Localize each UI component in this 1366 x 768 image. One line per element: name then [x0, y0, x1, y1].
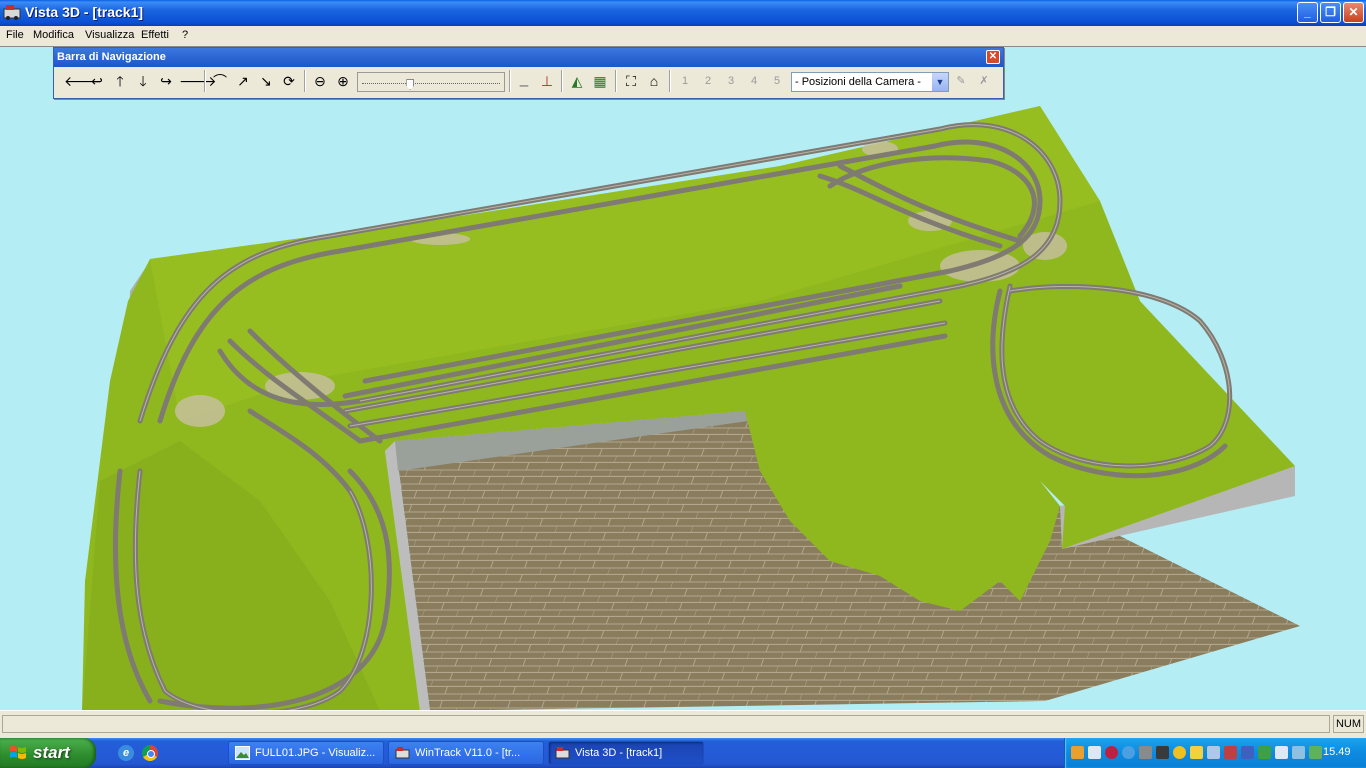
taskbar-item-label: WinTrack V11.0 - [tr...: [415, 747, 521, 759]
taskbar: start e FULL01.JPG - Visualiz... WinTrac…: [0, 738, 1366, 768]
image-viewer-icon: [235, 746, 250, 760]
system-tray: [1064, 738, 1366, 768]
turn-left-icon[interactable]: ↩: [87, 71, 107, 91]
view-tilt-up-icon[interactable]: ↗: [233, 71, 253, 91]
menu-effetti[interactable]: Effetti: [141, 28, 169, 42]
menu-file[interactable]: File: [6, 28, 24, 42]
grid-icon[interactable]: ▦: [590, 71, 610, 91]
navigation-toolbar[interactable]: Barra di Navigazione ✕ 🡐 ↩ 🡑 🡓 ↪ 🡒 ⌒ ↗ ↘…: [53, 47, 1004, 99]
track-edit-icon[interactable]: ⊥: [537, 71, 557, 91]
zoom-in-icon[interactable]: ⊕: [333, 71, 353, 91]
chrome-icon[interactable]: [142, 745, 158, 761]
camera-slot-4-icon[interactable]: 4: [744, 71, 764, 91]
toolbar-separator: [561, 70, 563, 92]
clock: 15.49: [1323, 746, 1351, 758]
zoom-slider-track: [362, 83, 500, 85]
navigation-toolbar-close-button[interactable]: ✕: [986, 50, 1000, 64]
tray-usb-icon[interactable]: [1309, 746, 1322, 759]
tray-search-icon[interactable]: [1122, 746, 1135, 759]
camera-slot-1-icon[interactable]: 1: [675, 71, 695, 91]
toolbar-separator: [509, 70, 511, 92]
toolbar-separator: [304, 70, 306, 92]
title-bar[interactable]: Vista 3D - [track1] _ ❐ ✕: [0, 0, 1366, 26]
tray-monitor-icon[interactable]: [1156, 746, 1169, 759]
close-button[interactable]: ✕: [1343, 2, 1364, 23]
tray-media-icon[interactable]: [1173, 746, 1186, 759]
camera-delete-icon[interactable]: ✗: [974, 71, 994, 91]
taskbar-item-wintrack[interactable]: WinTrack V11.0 - [tr...: [388, 741, 544, 765]
3d-viewport[interactable]: [0, 46, 1366, 710]
toolbar-separator: [204, 70, 206, 92]
taskbar-item-label: Vista 3D - [track1]: [575, 747, 663, 759]
track-layout-scene: [82, 106, 1300, 710]
arrow-left-icon[interactable]: 🡐: [64, 71, 102, 91]
camera-positions-select[interactable]: - Posizioni della Camera - ▼: [791, 72, 949, 92]
tray-phone-icon[interactable]: [1275, 746, 1288, 759]
internet-explorer-icon[interactable]: e: [118, 745, 134, 761]
num-lock-indicator: NUM: [1333, 715, 1364, 733]
tray-display-icon[interactable]: [1139, 746, 1152, 759]
toolbar-separator: [615, 70, 617, 92]
window-title: Vista 3D - [track1]: [25, 4, 144, 20]
camera-slot-3-icon[interactable]: 3: [721, 71, 741, 91]
menu-help[interactable]: ?: [182, 28, 188, 42]
taskbar-item-image-viewer[interactable]: FULL01.JPG - Visualiz...: [228, 741, 384, 765]
track-ground-icon[interactable]: ▁: [514, 71, 534, 91]
menu-visualizza[interactable]: Visualizza: [85, 28, 134, 42]
start-label: start: [33, 743, 70, 762]
status-bar: NUM: [0, 710, 1366, 736]
arrow-up-icon[interactable]: 🡑: [110, 71, 130, 91]
windows-logo-icon: [10, 746, 26, 759]
tray-connection-icon[interactable]: [1207, 746, 1220, 759]
terrain-icon[interactable]: ◭: [567, 71, 587, 91]
menu-modifica[interactable]: Modifica: [33, 28, 74, 42]
tray-shield-icon[interactable]: [1190, 746, 1203, 759]
zoom-slider[interactable]: [357, 72, 505, 92]
camera-slot-2-icon[interactable]: 2: [698, 71, 718, 91]
status-message-pane: [2, 715, 1330, 733]
camera-icon[interactable]: ⌂: [644, 71, 664, 91]
view-up-icon[interactable]: ⌒: [210, 71, 230, 91]
tray-bluetooth-icon[interactable]: [1241, 746, 1254, 759]
view-rotate-icon[interactable]: ⟳: [279, 71, 299, 91]
tray-network-icon[interactable]: [1088, 746, 1101, 759]
start-button[interactable]: start: [0, 738, 96, 768]
view-tilt-down-icon[interactable]: ↘: [256, 71, 276, 91]
navigation-toolbar-title: Barra di Navigazione: [57, 51, 166, 63]
wintrack-icon: [395, 747, 410, 759]
turn-right-icon[interactable]: ↪: [156, 71, 176, 91]
vista-3d-icon: [555, 747, 570, 759]
zoom-slider-thumb[interactable]: [406, 79, 415, 90]
tray-volume-icon[interactable]: [1292, 746, 1305, 759]
menu-bar: File Modifica Visualizza Effetti ?: [0, 26, 1366, 46]
toolbar-separator: [669, 70, 671, 92]
minimize-button[interactable]: _: [1297, 2, 1318, 23]
maximize-button[interactable]: ❐: [1320, 2, 1341, 23]
chevron-down-icon[interactable]: ▼: [931, 73, 948, 91]
tray-antivirus-icon[interactable]: [1105, 746, 1118, 759]
taskbar-item-vista-3d[interactable]: Vista 3D - [track1]: [548, 741, 704, 765]
camera-edit-icon[interactable]: ✎: [951, 71, 971, 91]
zoom-out-icon[interactable]: ⊖: [310, 71, 330, 91]
camera-slot-5-icon[interactable]: 5: [767, 71, 787, 91]
tray-alert-icon[interactable]: [1224, 746, 1237, 759]
navigation-toolbar-title-bar[interactable]: Barra di Navigazione ✕: [54, 48, 1003, 67]
tray-app-icon[interactable]: [1071, 746, 1084, 759]
tray-update-icon[interactable]: [1258, 746, 1271, 759]
arrow-down-icon[interactable]: 🡓: [133, 71, 153, 91]
arrow-right-icon[interactable]: 🡒: [179, 71, 217, 91]
taskbar-item-label: FULL01.JPG - Visualiz...: [255, 747, 376, 759]
camera-positions-select-value: - Posizioni della Camera -: [795, 76, 921, 88]
fit-view-icon[interactable]: ⛶: [621, 71, 641, 91]
app-icon[interactable]: [3, 4, 21, 20]
